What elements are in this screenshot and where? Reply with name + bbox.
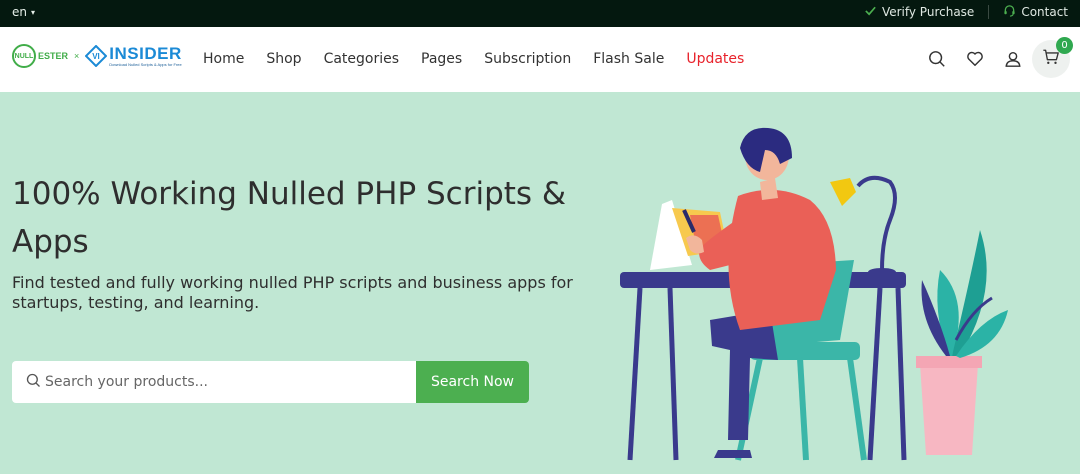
nav-updates[interactable]: Updates [686,51,744,67]
vi-diamond-icon: VI [85,45,108,67]
hero-search: Search Now [12,361,529,403]
header-actions: 0 [918,37,1073,78]
nullester-logo: NULL ESTER [12,44,68,68]
top-divider [988,5,990,19]
search-box [12,361,416,403]
language-label: en [12,5,27,19]
logo-separator: × [74,51,80,61]
hero-subtitle: Find tested and fully working nulled PHP… [12,273,573,312]
hero-title: 100% Working Nulled PHP Scripts & Apps [12,176,567,260]
nav-subscription[interactable]: Subscription [484,51,571,67]
verify-purchase-link[interactable]: Verify Purchase [864,4,974,20]
nav-home[interactable]: Home [203,51,244,67]
headset-icon [1003,4,1016,20]
cart-button[interactable]: 0 [1032,37,1073,78]
search-icon[interactable] [918,40,956,78]
cart-count-badge: 0 [1056,37,1073,54]
verify-purchase-label: Verify Purchase [881,5,975,19]
nav-categories[interactable]: Categories [324,51,399,67]
nav-pages[interactable]: Pages [421,51,462,67]
language-selector[interactable]: en ▾ [12,5,35,19]
top-bar: en ▾ Verify Purchase Contact [0,0,1080,27]
user-icon[interactable] [994,40,1032,78]
nav-shop[interactable]: Shop [266,51,301,67]
main-nav: Home Shop Categories Pages Subscription … [203,51,766,67]
svg-text:VI: VI [93,52,101,61]
heart-icon[interactable] [956,40,994,78]
chevron-down-icon: ▾ [31,7,36,17]
insider-logo: VI INSIDER Download Nulled Scripts & App… [85,45,182,67]
contact-label: Contact [1021,5,1068,19]
contact-link[interactable]: Contact [1003,4,1068,20]
site-logo[interactable]: NULL ESTER × VI INSIDER Download Nulled … [12,44,182,68]
check-icon [864,4,877,20]
hero-illustration [600,120,1030,470]
product-search-input[interactable] [45,374,405,390]
nav-flash-sale[interactable]: Flash Sale [593,51,664,67]
search-icon [26,373,41,392]
search-now-button[interactable]: Search Now [416,361,529,403]
main-header: NULL ESTER × VI INSIDER Download Nulled … [0,27,1080,92]
